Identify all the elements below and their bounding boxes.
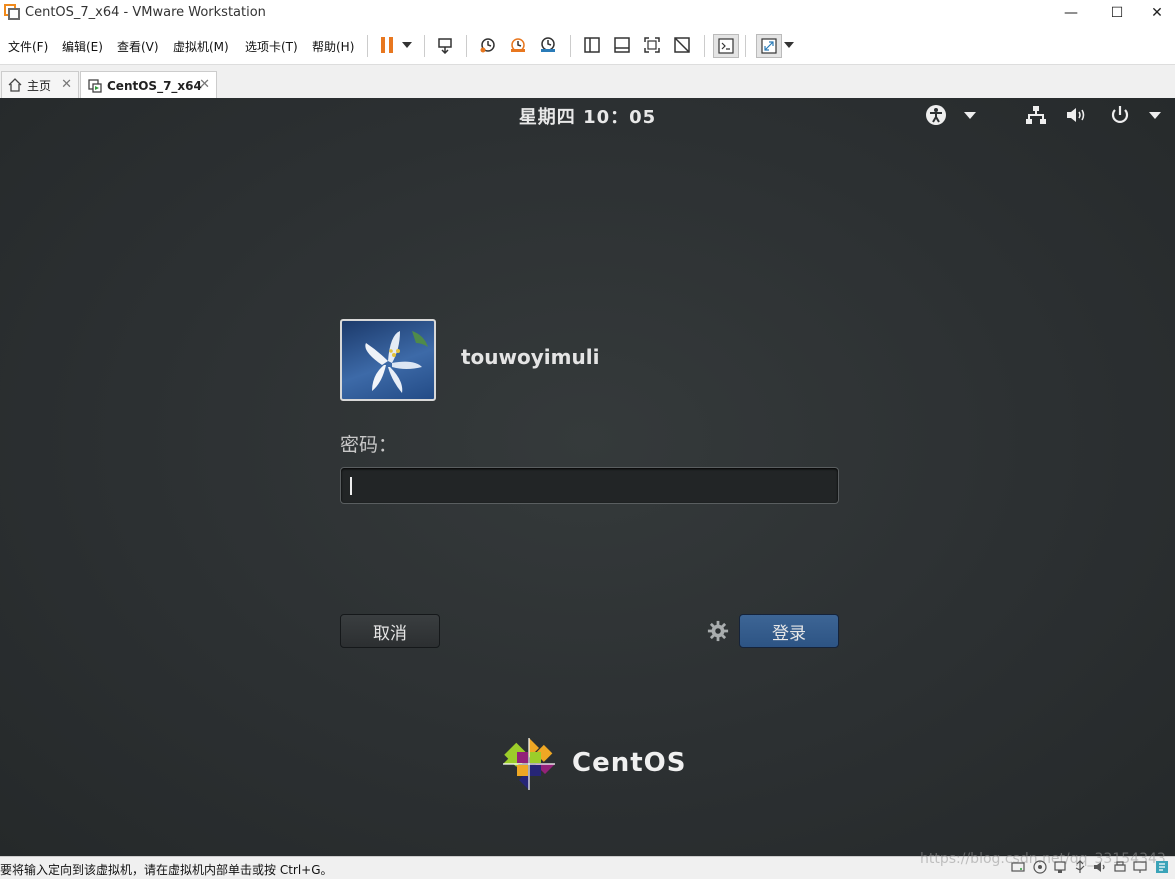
toolbar-separator [745,35,746,57]
toolbar-separator [570,35,571,57]
window-titlebar: CentOS_7_x64 - VMware Workstation — ☐ ✕ [0,0,1175,26]
lily-flower-icon [365,331,428,393]
tab-home-close[interactable]: ✕ [61,77,72,92]
console-view-button[interactable] [580,34,604,56]
fullscreen-dropdown[interactable] [782,34,796,56]
display-icon[interactable] [1133,860,1147,874]
menu-tabs[interactable]: 选项卡(T) [245,38,298,55]
centos-brand-text: CentOS [572,748,687,778]
password-input[interactable] [340,467,839,504]
single-window-button[interactable] [610,34,634,56]
snapshot-manager-icon [541,37,555,52]
send-ctrl-alt-del-button[interactable] [434,34,458,56]
fullscreen-button[interactable] [756,34,782,58]
fullscreen-icon [761,38,777,54]
fit-window-button[interactable] [640,34,664,56]
unity-icon [674,37,690,53]
vm-tab-icon [88,78,102,93]
tab-bar: 主页 ✕ CentOS_7_x64 ✕ [0,65,1175,99]
terminal-icon [718,38,734,54]
tab-centos-close[interactable]: ✕ [199,77,210,92]
avatar [340,319,436,401]
dropdown-icon [1149,111,1161,119]
home-icon [8,78,22,92]
power-icon [1111,106,1129,123]
snapshot-button[interactable] [476,34,500,56]
send-ctrl-alt-del-icon [438,38,452,54]
terminal-button[interactable] [713,34,739,58]
centos-logo [503,738,555,790]
network-indicator[interactable] [1024,104,1048,126]
menu-toolbar: 文件(F) 编辑(E) 查看(V) 虚拟机(M) 选项卡(T) 帮助(H) [0,26,1175,65]
close-button[interactable]: ✕ [1134,0,1175,26]
power-dropdown[interactable] [1143,104,1167,126]
network-icon [1026,106,1046,124]
status-message: 要将输入定向到该虚拟机，请在虚拟机内部单击或按 Ctrl+G。 [0,863,333,877]
status-bar: 要将输入定向到该虚拟机，请在虚拟机内部单击或按 Ctrl+G。 https://… [0,851,1175,879]
menu-view[interactable]: 查看(V) [117,38,159,55]
toolbar-separator [704,35,705,57]
dropdown-icon [964,111,976,119]
dropdown-icon [402,42,412,48]
sound-card-icon[interactable] [1093,860,1107,874]
menu-vm[interactable]: 虚拟机(M) [173,38,229,55]
console-view-icon [584,37,600,53]
tab-home[interactable]: 主页 ✕ [1,71,79,98]
gnome-clock[interactable]: 星期四 10：05 [0,103,1175,129]
minimize-button[interactable]: — [1048,0,1094,26]
usb-icon[interactable] [1073,860,1087,874]
volume-icon [1067,108,1085,122]
password-label: 密码： [340,434,398,456]
pause-icon [381,37,393,53]
pause-button[interactable] [375,34,399,56]
vm-display[interactable]: 星期四 10：05 touwoyimuli 密码： 取消 登录 CentOS [0,98,1175,856]
window-title: CentOS_7_x64 - VMware Workstation [25,5,266,20]
accessibility-menu[interactable] [924,104,948,126]
network-adapter-icon[interactable] [1053,860,1067,874]
fit-window-icon [644,37,660,53]
pause-dropdown[interactable] [399,34,415,56]
message-log-icon[interactable] [1155,860,1169,874]
gear-icon[interactable] [706,620,730,642]
toolbar-separator [424,35,425,57]
tab-centos-label: CentOS_7_x64 [107,78,202,93]
single-window-icon [614,37,630,53]
volume-indicator[interactable] [1065,104,1089,126]
tab-home-label: 主页 [27,78,52,93]
menu-edit[interactable]: 编辑(E) [62,38,103,55]
text-caret [350,477,352,495]
menu-help[interactable]: 帮助(H) [312,38,354,55]
power-menu[interactable] [1108,104,1132,126]
tab-centos[interactable]: CentOS_7_x64 ✕ [80,71,217,99]
vmware-icon [4,4,20,20]
cd-rom-icon[interactable] [1033,860,1047,874]
snapshot-manager-button[interactable] [536,34,560,56]
accessibility-icon [926,105,946,125]
cancel-button[interactable]: 取消 [340,614,440,648]
toolbar-separator [367,35,368,57]
toolbar-separator [466,35,467,57]
accessibility-dropdown[interactable] [958,104,982,126]
printer-icon[interactable] [1113,860,1127,874]
hard-disk-icon[interactable] [1011,860,1025,874]
revert-snapshot-button[interactable] [506,34,530,56]
menu-file[interactable]: 文件(F) [8,38,48,55]
dropdown-icon [784,42,794,48]
login-button[interactable]: 登录 [739,614,839,648]
revert-snapshot-icon [511,38,525,52]
username-label: touwoyimuli [461,345,600,369]
unity-button[interactable] [670,34,694,56]
snapshot-icon [480,38,495,53]
